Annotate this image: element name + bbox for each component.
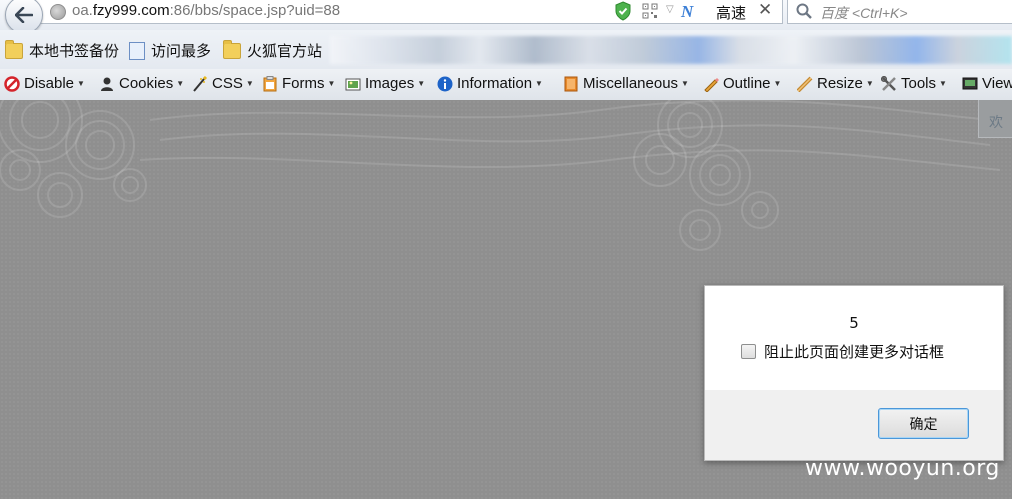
security-shield-icon[interactable] — [614, 1, 632, 21]
back-arrow-icon — [15, 7, 33, 23]
url-field[interactable]: oa.fzy999.com:86/bbs/space.jsp?uid=88 ▽ … — [30, 0, 783, 24]
toolbar-information[interactable]: Information ▼ — [437, 75, 543, 92]
url-text[interactable]: oa.fzy999.com:86/bbs/space.jsp?uid=88 — [72, 2, 340, 19]
site-identity-icon[interactable] — [50, 4, 66, 20]
toolbar-view[interactable]: View — [962, 75, 1012, 92]
resize-icon — [797, 76, 813, 92]
speed-label[interactable]: 高速 — [716, 2, 746, 23]
toolbar-label: CSS — [212, 75, 243, 92]
alert-dialog: 5 阻止此页面创建更多对话框 确定 — [704, 285, 1004, 461]
ok-button[interactable]: 确定 — [878, 408, 969, 439]
blurred-bookmarks — [330, 36, 1012, 64]
toolbar-disable[interactable]: Disable ▼ — [4, 75, 85, 92]
speed-dial-icon[interactable]: N — [681, 2, 693, 22]
tools-icon — [881, 75, 896, 91]
bookmark-firefox-official[interactable]: 火狐官方站 — [223, 39, 323, 61]
toolbar-label: Images — [365, 75, 415, 92]
toolbar-cookies[interactable]: Cookies ▼ — [99, 75, 184, 92]
toolbar-label: Tools — [901, 75, 937, 92]
miscellaneous-icon — [564, 76, 578, 91]
bookmark-most-visited[interactable]: 访问最多 — [129, 40, 211, 61]
bookmark-label: 火狐官方站 — [247, 42, 323, 60]
search-icon[interactable] — [796, 3, 812, 19]
toolbar-label: View — [982, 75, 1012, 92]
page-icon — [129, 41, 145, 60]
prevent-dialogs-option[interactable]: 阻止此页面创建更多对话框 — [741, 341, 944, 362]
outline-icon — [704, 77, 719, 92]
web-developer-toolbar: Disable ▼ Cookies ▼ CSS ▼ Forms ▼ Images ▼ In… — [0, 69, 1012, 101]
toolbar-label: Outline — [723, 75, 771, 92]
toolbar-images[interactable]: Images ▼ — [345, 75, 425, 92]
toolbar-outline[interactable]: Outline ▼ — [703, 75, 781, 92]
bookmarks-toolbar: 本地书签备份 访问最多 火狐官方站 — [0, 30, 1012, 69]
toolbar-label: Information — [457, 75, 533, 92]
toolbar-label: Cookies — [119, 75, 174, 92]
folder-icon — [223, 39, 241, 59]
bookmark-local-backup[interactable]: 本地书签备份 — [5, 39, 120, 61]
toolbar-label: Disable — [24, 75, 75, 92]
images-icon — [345, 78, 361, 90]
forms-icon — [263, 75, 277, 91]
prevent-dialogs-label[interactable]: 阻止此页面创建更多对话框 — [764, 341, 944, 362]
navigation-bar: oa.fzy999.com:86/bbs/space.jsp?uid=88 ▽ … — [0, 0, 1012, 34]
information-icon — [437, 76, 453, 91]
welcome-tab[interactable]: 欢 — [978, 100, 1012, 138]
search-placeholder: 百度 <Ctrl+K> — [820, 5, 908, 21]
css-icon — [193, 75, 208, 92]
toolbar-label: Forms — [282, 75, 325, 92]
toolbar-miscellaneous[interactable]: Miscellaneous ▼ — [563, 75, 689, 92]
toolbar-label: Miscellaneous — [583, 75, 679, 92]
url-dropdown-arrow-icon[interactable]: ▽ — [666, 4, 674, 15]
close-icon[interactable]: ✕ — [758, 0, 772, 20]
search-field[interactable]: 百度 <Ctrl+K> — [787, 0, 1012, 24]
toolbar-label: Resize — [817, 75, 863, 92]
toolbar-forms[interactable]: Forms ▼ — [262, 75, 335, 92]
bookmark-label: 访问最多 — [151, 42, 212, 60]
view-icon — [962, 77, 978, 89]
toolbar-resize[interactable]: Resize ▼ — [797, 75, 874, 92]
cookies-icon — [101, 77, 113, 91]
dialog-footer: 确定 — [705, 390, 1003, 460]
watermark: www.wooyun.org — [805, 456, 1000, 481]
prevent-dialogs-checkbox[interactable] — [741, 344, 756, 359]
alert-message: 5 — [849, 314, 859, 332]
back-button[interactable] — [5, 0, 43, 34]
folder-icon — [5, 39, 23, 59]
disable-icon — [4, 75, 20, 92]
toolbar-tools[interactable]: Tools ▼ — [881, 75, 947, 92]
qr-code-icon[interactable] — [642, 3, 658, 19]
bookmark-label: 本地书签备份 — [29, 42, 120, 60]
toolbar-css[interactable]: CSS ▼ — [192, 75, 254, 92]
